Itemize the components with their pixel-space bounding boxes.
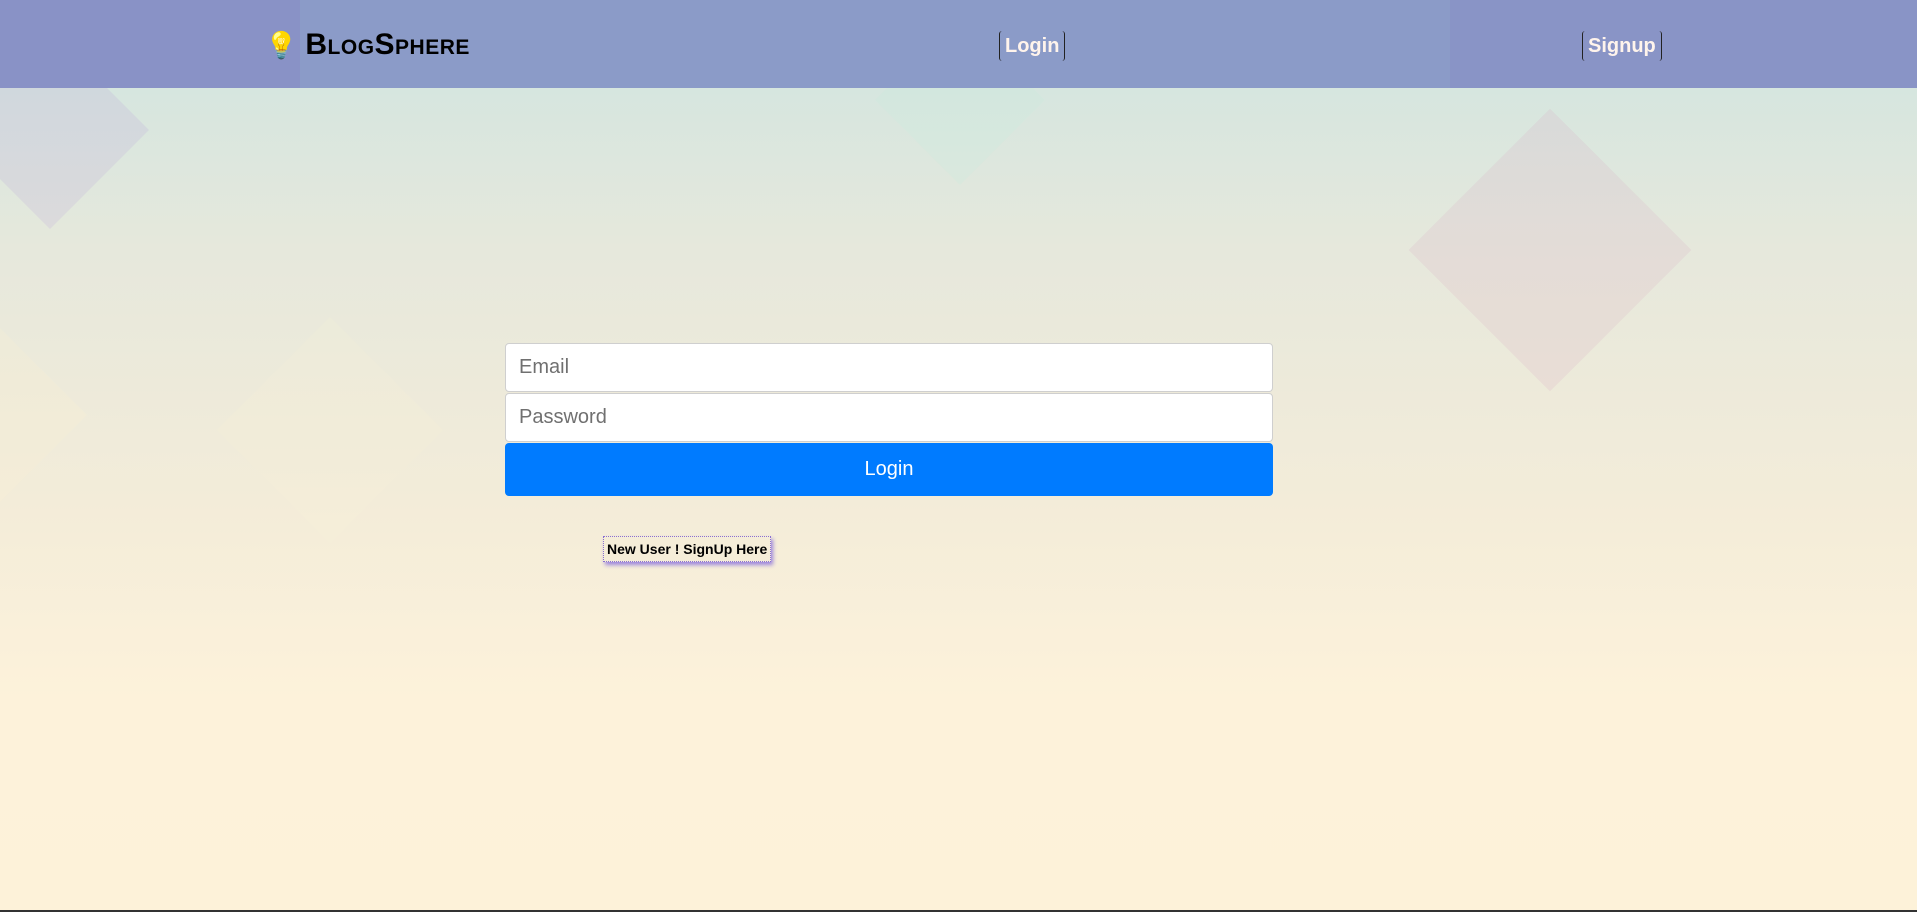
password-input[interactable] [505,393,1273,442]
nav-signup-link[interactable]: Signup [1582,31,1662,61]
email-input[interactable] [505,343,1273,392]
login-button[interactable]: Login [505,443,1273,496]
nav-login-link[interactable]: Login [999,31,1066,61]
signup-here-link[interactable]: New User ! SignUp Here [603,536,772,562]
brand-logo[interactable]: 💡 BlogSphere [265,28,470,62]
navbar: 💡 BlogSphere Login Signup [0,0,1917,88]
brand-name: BlogSphere [305,28,470,61]
lightbulb-icon: 💡 [265,30,298,60]
